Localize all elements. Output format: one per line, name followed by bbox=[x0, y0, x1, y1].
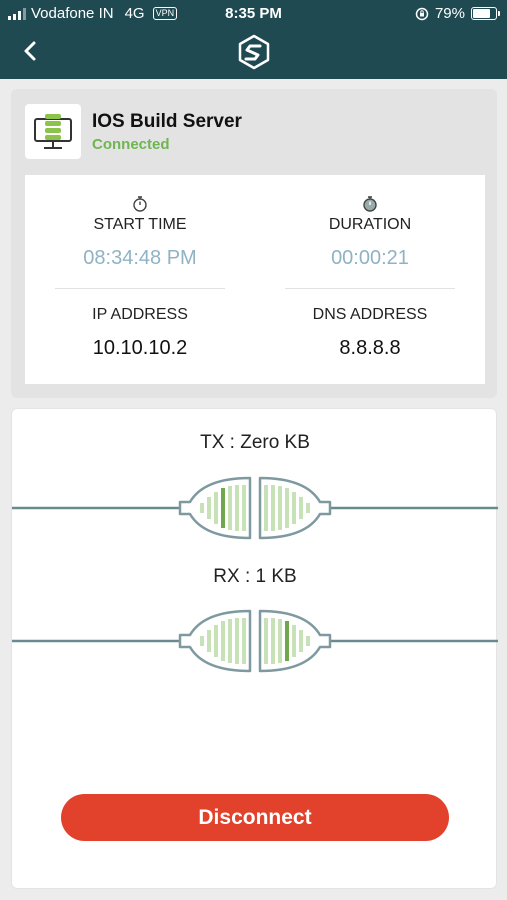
battery-percent: 79% bbox=[434, 5, 465, 22]
dns-address-value: 8.8.8.8 bbox=[339, 337, 401, 359]
dns-address-cell: DNS ADDRESS 8.8.8.8 bbox=[255, 306, 485, 360]
battery-icon bbox=[471, 7, 500, 20]
app-header: Vodafone IN 4G VPN 8:35 PM 79% bbox=[0, 0, 507, 79]
ip-address-cell: IP ADDRESS 10.10.10.2 bbox=[25, 306, 255, 360]
start-time-value: 08:34:48 PM bbox=[83, 247, 197, 269]
duration-label: DURATION bbox=[328, 216, 412, 233]
tx-label: TX : Zero KB bbox=[200, 432, 310, 453]
status-bar: Vodafone IN 4G VPN 8:35 PM 79% bbox=[0, 0, 507, 28]
server-monitor-icon bbox=[34, 114, 72, 149]
rx-label: RX : 1 KB bbox=[213, 566, 297, 587]
rx-plug-connector-icon bbox=[12, 609, 498, 673]
ip-address-value: 10.10.10.2 bbox=[92, 337, 188, 359]
rotation-lock-icon bbox=[415, 7, 429, 20]
connection-card: IOS Build Server Connected START TIME 08… bbox=[11, 89, 497, 398]
ip-address-label: IP ADDRESS bbox=[92, 306, 188, 323]
divider bbox=[55, 288, 225, 289]
status-bar-right: 79% bbox=[415, 5, 500, 22]
battery-level-fill bbox=[473, 9, 490, 18]
chevron-left-icon[interactable] bbox=[18, 38, 44, 64]
divider bbox=[285, 288, 455, 289]
server-icon-box bbox=[25, 104, 81, 159]
start-time-cell: START TIME 08:34:48 PM bbox=[25, 216, 255, 270]
duration-value: 00:00:21 bbox=[331, 247, 409, 269]
app-logo-icon bbox=[238, 34, 270, 70]
session-info-panel: START TIME 08:34:48 PM DURATION 00:00:21… bbox=[25, 175, 485, 384]
disconnect-button[interactable]: Disconnect bbox=[61, 794, 449, 841]
start-time-label: START TIME bbox=[93, 216, 187, 233]
tx-plug-connector-icon bbox=[12, 476, 498, 540]
stopwatch-icon bbox=[133, 196, 147, 212]
dns-address-label: DNS ADDRESS bbox=[312, 306, 428, 323]
duration-cell: DURATION 00:00:21 bbox=[255, 216, 485, 270]
traffic-card: TX : Zero KB RX : 1 KB Disconnect bbox=[11, 408, 498, 889]
server-name: IOS Build Server bbox=[92, 111, 242, 132]
connection-status: Connected bbox=[92, 136, 170, 153]
stopwatch-filled-icon bbox=[363, 196, 377, 212]
